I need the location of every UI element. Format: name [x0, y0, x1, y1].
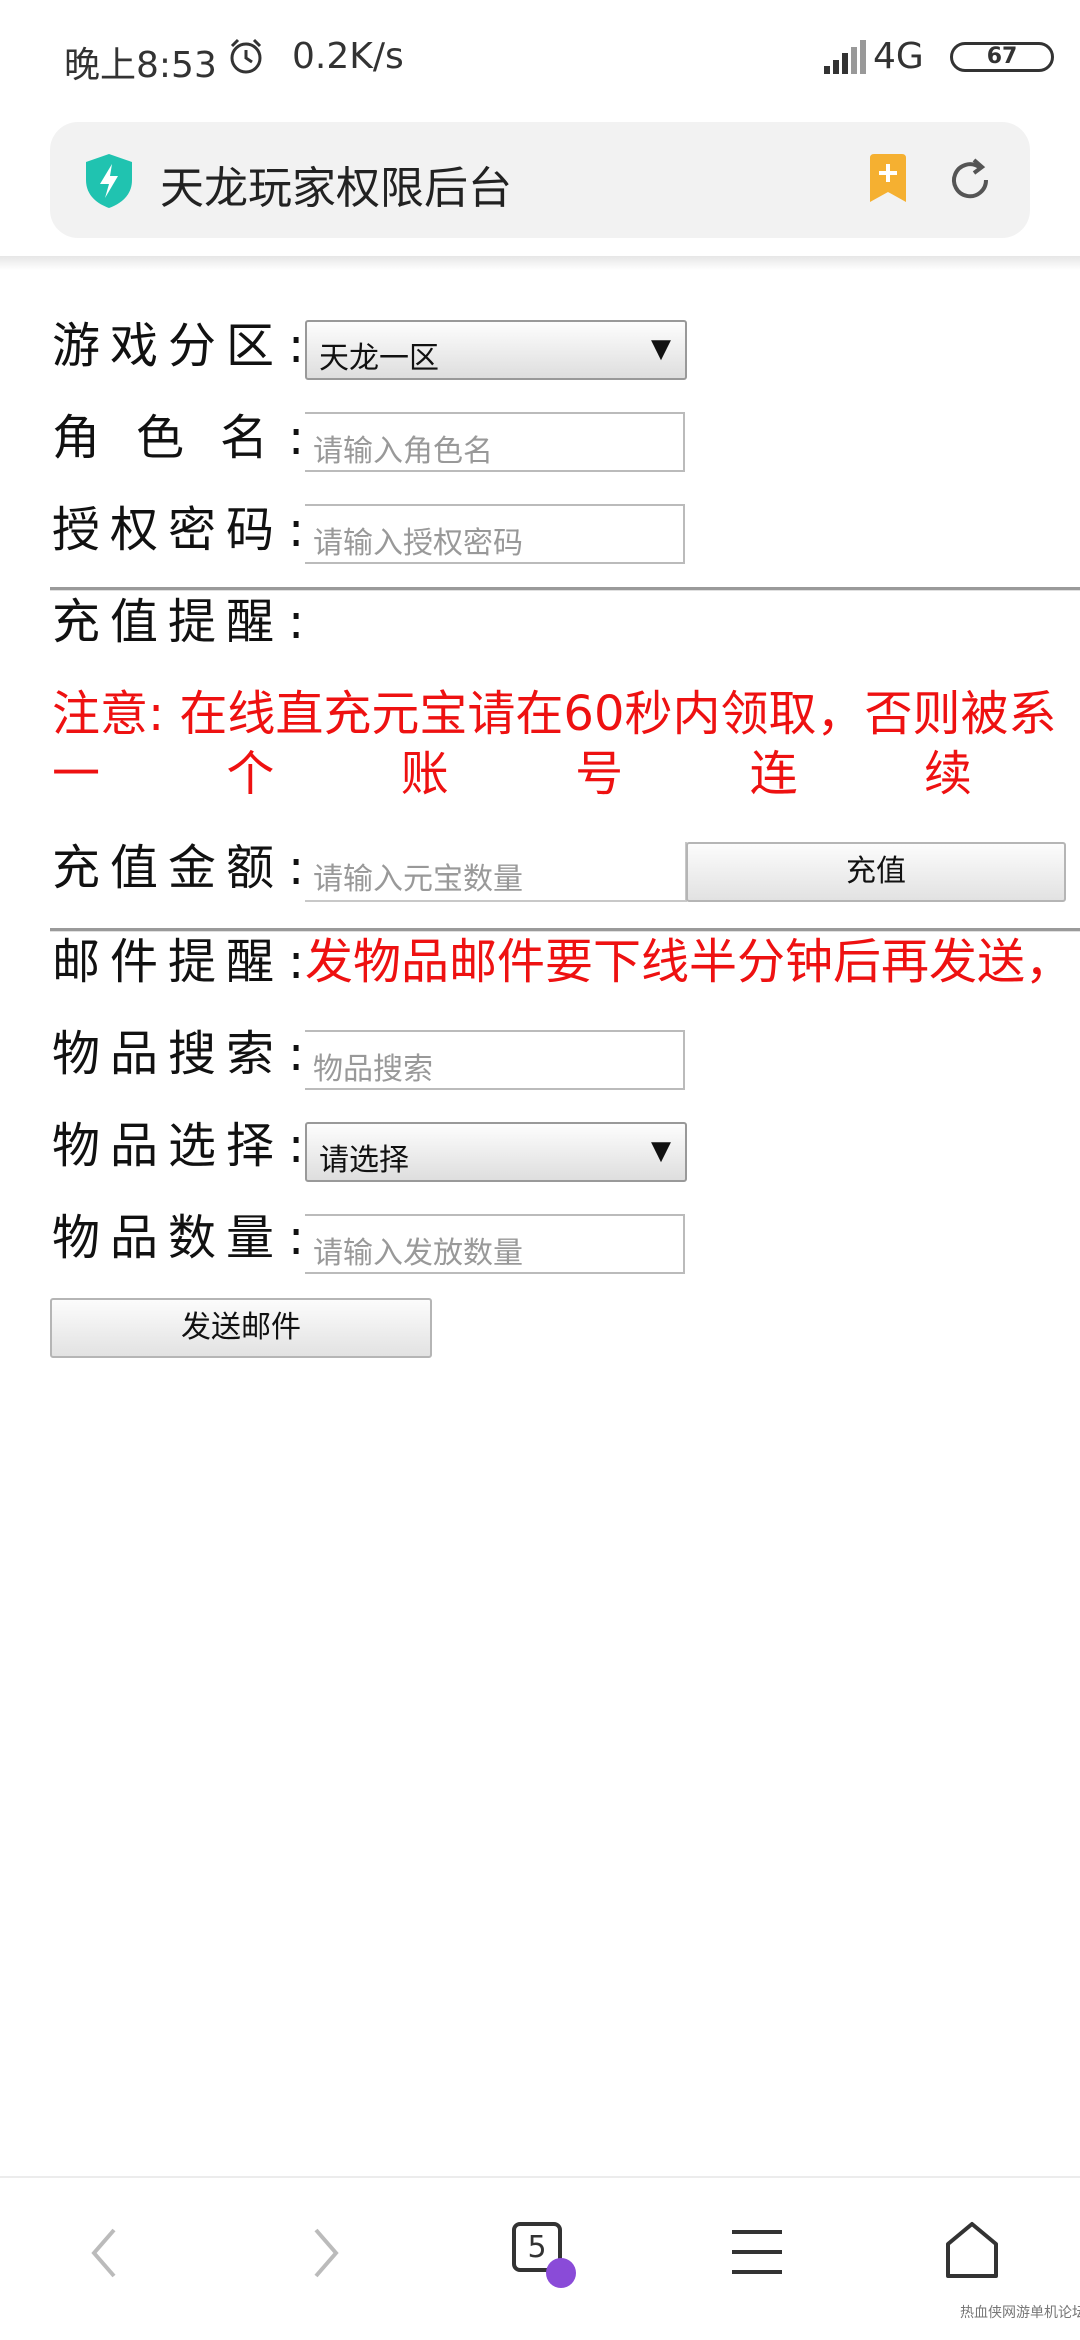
chevron-left-icon — [91, 2228, 116, 2278]
recharge-button[interactable]: 充值 — [686, 842, 1066, 902]
incognito-mask-icon — [546, 2258, 576, 2288]
header-shadow — [0, 256, 1080, 270]
network-type: 4G — [873, 36, 924, 77]
send-mail-button[interactable]: 发送邮件 — [50, 1298, 432, 1358]
network-speed: 0.2K/s — [292, 36, 404, 77]
battery-indicator: 67 — [950, 42, 1054, 72]
zone-colon: : — [288, 318, 305, 374]
security-shield-icon[interactable] — [82, 152, 136, 210]
warning-char: 连 — [749, 746, 798, 802]
menu-button[interactable] — [656, 2178, 856, 2308]
back-button[interactable] — [4, 2178, 204, 2308]
item-select-colon: : — [288, 1118, 305, 1174]
mail-notice-colon: : — [288, 934, 305, 990]
mail-notice-text: 发物品邮件要下线半分钟后再发送， — [305, 934, 1074, 990]
zone-row: 游戏分区 : 天龙一区 ▼ — [0, 316, 1080, 396]
recharge-amount-input[interactable]: 请输入元宝数量 — [305, 842, 687, 902]
recharge-notice-colon: : — [288, 594, 305, 650]
zone-select[interactable]: 天龙一区 ▼ — [305, 320, 687, 380]
refresh-icon[interactable] — [946, 156, 994, 204]
warning-char: 个 — [226, 746, 275, 802]
item-search-colon: : — [288, 1026, 305, 1082]
recharge-notice-label: 充值提醒 — [52, 594, 285, 650]
role-row: 角色名 : 请输入角色名 — [0, 408, 1080, 488]
recharge-colon: : — [288, 840, 305, 896]
item-select-label: 物品选择 — [52, 1118, 285, 1174]
warning-char: 账 — [400, 746, 449, 802]
mail-notice-row: 邮件提醒 : 发物品邮件要下线半分钟后再发送， — [0, 932, 1080, 1012]
role-colon: : — [288, 410, 305, 466]
auth-password-input[interactable]: 请输入授权密码 — [305, 504, 685, 564]
item-search-input[interactable]: 物品搜索 — [305, 1030, 685, 1090]
tabs-button[interactable]: 5 — [430, 2178, 630, 2308]
item-search-row: 物品搜索 : 物品搜索 — [0, 1024, 1080, 1104]
role-name-input[interactable]: 请输入角色名 — [305, 412, 685, 472]
item-count-label: 物品数量 — [52, 1210, 285, 1266]
item-search-label: 物品搜索 — [52, 1026, 285, 1082]
address-bar[interactable]: 天龙玩家权限后台 — [50, 122, 1030, 238]
zone-label: 游戏分区 — [52, 318, 285, 374]
auth-row: 授权密码 : 请输入授权密码 — [0, 500, 1080, 580]
item-select-row: 物品选择 : 请选择 ▼ — [0, 1116, 1080, 1196]
recharge-warning-line1: 注意: 在线直充元宝请在60秒内领取，否则被系 — [52, 686, 1057, 742]
mail-notice-label: 邮件提醒 — [52, 934, 285, 990]
item-count-row: 物品数量 : 请输入发放数量 — [0, 1208, 1080, 1288]
zone-selected-value: 天龙一区 — [319, 341, 439, 376]
divider — [50, 587, 1080, 591]
recharge-row: 充值金额 : 请输入元宝数量 充值 — [0, 838, 1080, 918]
home-button[interactable] — [872, 2178, 1072, 2308]
bookmark-add-icon[interactable] — [866, 154, 910, 204]
forward-button[interactable] — [226, 2178, 426, 2308]
page-title[interactable]: 天龙玩家权限后台 — [160, 152, 512, 216]
warning-char: 续 — [923, 746, 972, 802]
auth-colon: : — [288, 502, 305, 558]
alarm-clock-icon — [230, 38, 262, 74]
hamburger-menu-icon — [732, 2230, 782, 2274]
recharge-notice-row: 充值提醒 : — [0, 592, 1080, 672]
recharge-warning-line2: 一 个 账 号 连 续 — [52, 744, 972, 804]
item-selected-value: 请选择 — [319, 1143, 409, 1178]
home-icon — [946, 2222, 998, 2278]
dropdown-arrow-icon: ▼ — [651, 1136, 671, 1166]
watermark: 热血侠网游单机论坛 — [960, 2305, 1080, 2321]
status-time: 晚上8:53 — [64, 45, 217, 86]
dropdown-arrow-icon: ▼ — [651, 334, 671, 364]
role-label: 角色名 — [52, 410, 305, 466]
warning-char: 一 — [52, 746, 101, 802]
recharge-label: 充值金额 — [52, 840, 285, 896]
item-count-colon: : — [288, 1210, 305, 1266]
auth-label: 授权密码 — [52, 502, 285, 558]
cell-signal-icon — [824, 40, 866, 74]
status-bar: 晚上8:53 0.2K/s 4G 67 — [0, 0, 1080, 110]
chevron-right-icon — [314, 2228, 339, 2278]
item-count-input[interactable]: 请输入发放数量 — [305, 1214, 685, 1274]
bottom-nav: 5 — [0, 2176, 1080, 2340]
browser-page: 晚上8:53 0.2K/s 4G 67 天龙玩家权限后台 游戏分区: 天龙一区… — [0, 0, 1080, 2340]
item-select-dropdown[interactable]: 请选择 ▼ — [305, 1122, 687, 1182]
warning-char: 号 — [575, 746, 624, 802]
